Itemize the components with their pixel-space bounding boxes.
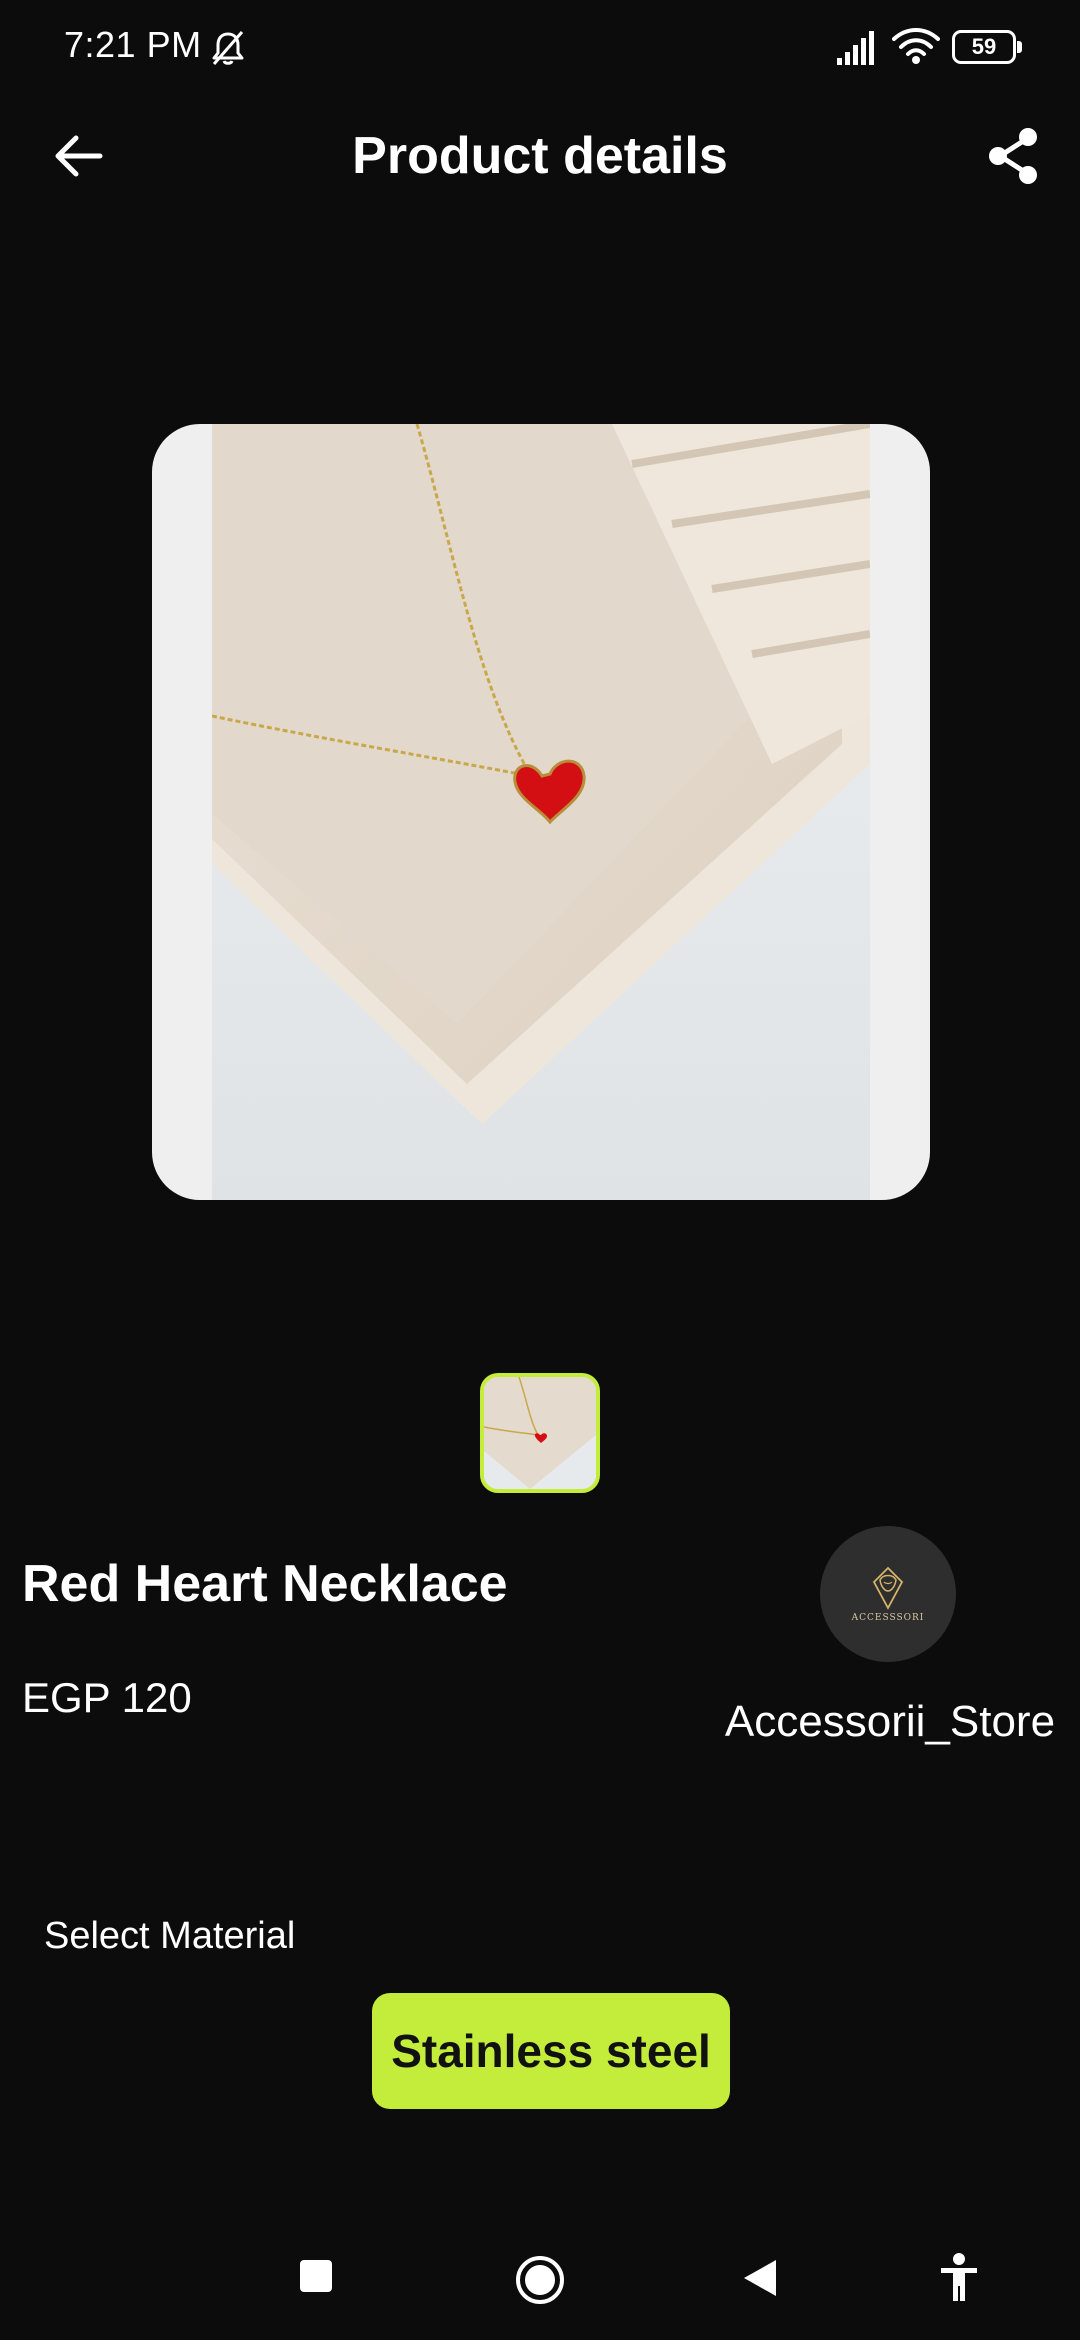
store-avatar[interactable]: ACCESSSORI <box>820 1526 956 1662</box>
select-material-label: Select Material <box>44 1915 296 1957</box>
page-title: Product details <box>352 127 728 185</box>
arrow-left-icon <box>55 135 103 177</box>
product-name: Red Heart Necklace <box>22 1555 508 1613</box>
share-icon <box>989 128 1037 184</box>
accessibility-icon[interactable] <box>938 2252 980 2304</box>
material-option-stainless-steel[interactable]: Stainless steel <box>372 1993 730 2109</box>
status-time: 7:21 PM <box>64 24 202 65</box>
product-thumbnail-selected[interactable] <box>480 1373 600 1493</box>
status-bar: 7:21 PM 59 <box>0 0 1080 96</box>
back-button[interactable] <box>40 118 116 194</box>
wifi-icon <box>892 28 940 64</box>
store-logo-icon <box>872 1566 904 1610</box>
product-image[interactable] <box>152 424 930 1200</box>
recents-square-icon[interactable] <box>300 2260 332 2292</box>
necklace-photo <box>212 424 870 1200</box>
back-triangle-icon[interactable] <box>740 2256 780 2300</box>
signal-icon <box>837 31 874 65</box>
home-circle-icon[interactable] <box>514 2254 566 2306</box>
battery-level: 59 <box>971 34 997 59</box>
bell-off-icon <box>212 31 244 65</box>
battery-icon: 59 <box>952 30 1024 64</box>
necklace-thumbnail <box>484 1377 596 1489</box>
share-button[interactable] <box>976 118 1052 194</box>
store-logo-text: ACCESSSORI <box>851 1613 925 1623</box>
product-price: EGP 120 <box>22 1674 192 1721</box>
store-name[interactable]: Accessorii_Store <box>700 1692 1080 1752</box>
